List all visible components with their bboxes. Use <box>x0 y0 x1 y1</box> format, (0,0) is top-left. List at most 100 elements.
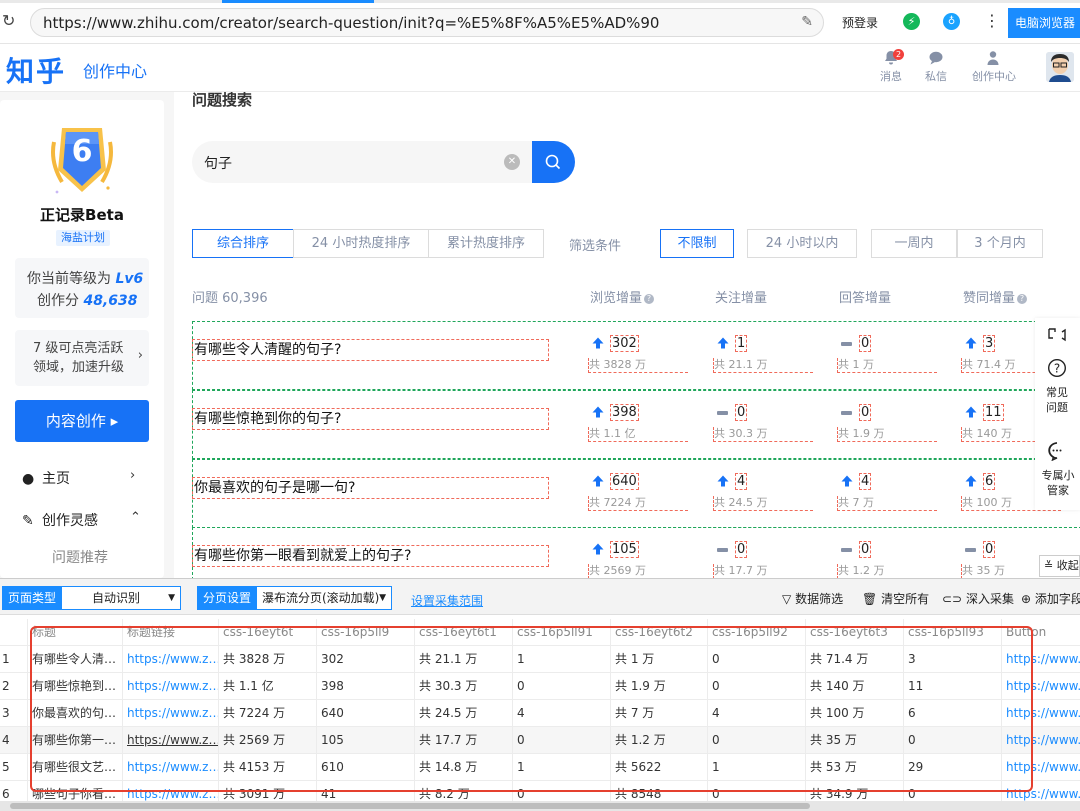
notifications-button[interactable]: 消息 <box>866 50 916 84</box>
reload-icon[interactable]: ↻ <box>2 12 20 30</box>
site-header: 知乎 创作中心 消息 2 私信 创作中心 <box>0 44 1080 92</box>
time-filter-week[interactable]: 一周内 <box>871 229 957 258</box>
col-header-views: 浏览增量? <box>590 287 655 306</box>
stat-delta: 0 <box>859 541 872 558</box>
clear-icon[interactable]: ✕ <box>504 154 520 170</box>
set-range-link[interactable]: 设置采集范围 <box>411 592 483 609</box>
content-create-button[interactable]: 内容创作 ▸ <box>15 400 149 442</box>
col-views-label: 浏览增量 <box>590 291 643 306</box>
help-icon[interactable]: ? <box>1017 294 1028 304</box>
address-bar[interactable]: https://www.zhihu.com/creator/search-que… <box>30 8 824 37</box>
upgrade-tip-box[interactable]: 7 级可点亮活跃领域，加速升级 › <box>15 330 149 386</box>
flat-trend-icon <box>717 548 728 552</box>
question-title[interactable]: 有哪些令人清醒的句子? <box>192 339 549 361</box>
user-icon: ● <box>22 471 35 487</box>
filter-label: 筛选条件 <box>569 239 622 254</box>
caret-down-icon: ▼ <box>168 593 175 603</box>
funnel-icon: ▽ <box>782 592 792 606</box>
row-number: 5 <box>0 754 28 781</box>
col-header-answers: 回答增量 <box>839 291 892 306</box>
time-filter-24h[interactable]: 24 小时以内 <box>747 229 857 258</box>
help-icon[interactable]: ? <box>644 294 655 304</box>
clear-all-button[interactable]: 🗑 清空所有 <box>862 590 929 607</box>
stat-total: 共 7224 万 <box>588 496 688 511</box>
chevron-double-down-icon: ≚ <box>1044 559 1054 572</box>
nav-item-home[interactable]: ● 主页 › <box>22 468 135 488</box>
search-input[interactable]: 句子 ✕ <box>192 141 532 183</box>
creator-center-link[interactable]: 创作中心 <box>968 50 1020 84</box>
data-filter-button[interactable]: ▽ 数据筛选 <box>782 590 843 607</box>
creator-center-title[interactable]: 创作中心 <box>83 58 147 82</box>
level-line: 你当前等级为 Lv6 <box>27 268 143 288</box>
messages-button[interactable]: 私信 <box>911 50 961 84</box>
nav-item-inspiration[interactable]: ✎ 创作灵感 ⌃ <box>22 510 141 530</box>
paging-value: 瀑布流分页(滚动加载) <box>262 591 380 605</box>
tab-strip <box>0 0 1080 3</box>
search-button[interactable] <box>532 141 575 183</box>
edit-icon[interactable]: ✎ <box>801 14 813 30</box>
question-title[interactable]: 你最喜欢的句子是哪一句? <box>192 477 549 499</box>
faq-button[interactable]: 常见问题 <box>1046 385 1070 415</box>
flat-trend-icon <box>841 411 852 415</box>
horizontal-scrollbar[interactable] <box>0 801 1080 811</box>
stat-total: 共 17.7 万 <box>713 564 813 579</box>
stat-delta: 0 <box>859 335 872 352</box>
score-prefix: 创作分 <box>37 293 79 309</box>
arrow-up-icon <box>841 475 853 487</box>
page-title: 问题搜索 <box>192 91 253 109</box>
lightning-extension-icon[interactable]: ⚡ <box>903 13 920 30</box>
time-filter-3months[interactable]: 3 个月内 <box>957 229 1043 258</box>
row-number: 3 <box>0 700 28 727</box>
time-filter-unlimited[interactable]: 不限制 <box>660 229 734 258</box>
row-number: 2 <box>0 673 28 700</box>
question-circle-icon[interactable]: ? <box>1047 358 1067 378</box>
deep-collect-button[interactable]: ⊂⊃ 深入采集 <box>942 590 1014 607</box>
url-text[interactable]: https://www.zhihu.com/creator/search-que… <box>43 14 659 32</box>
stat-delta: 0 <box>735 404 748 421</box>
nav-home-label: 主页 <box>42 471 70 487</box>
plus-circle-icon: ⊕ <box>1021 592 1032 606</box>
flat-trend-icon <box>841 342 852 346</box>
scrollbar-thumb[interactable] <box>10 803 810 809</box>
stat-total: 共 7 万 <box>837 496 937 511</box>
pc-browser-button[interactable]: 电脑浏览器 <box>1008 8 1080 38</box>
add-field-button[interactable]: ⊕ 添加字段 <box>1021 590 1080 607</box>
stat-delta: 4 <box>859 473 872 490</box>
paging-select[interactable]: 瀑布流分页(滚动加载) ▼ <box>256 586 392 610</box>
chevron-right-icon: › <box>137 348 143 363</box>
user-avatar[interactable] <box>1046 52 1074 82</box>
question-title[interactable]: 有哪些惊艳到你的句子? <box>192 408 549 430</box>
stat-total: 共 24.5 万 <box>713 496 813 511</box>
arrow-up-icon <box>592 543 604 555</box>
screenshot-icon[interactable] <box>1046 326 1068 344</box>
tab-sort-24h[interactable]: 24 小时热度排序 <box>293 229 429 258</box>
stat-delta: 6 <box>983 473 996 490</box>
page-type-select[interactable]: 自动识别 ▼ <box>61 586 181 610</box>
active-tab-indicator[interactable] <box>222 0 374 3</box>
stat-total: 共 1.9 万 <box>837 427 937 442</box>
plan-badge: 海盐计划 <box>56 230 110 246</box>
search-input-value[interactable]: 句子 <box>204 153 232 173</box>
tab-sort-cumulative[interactable]: 累计热度排序 <box>428 229 544 258</box>
more-menu-icon[interactable]: ⋮ <box>984 11 1000 30</box>
nav-item-question-recommend[interactable]: 问题推荐 <box>52 547 108 567</box>
notification-count-badge: 2 <box>893 49 904 60</box>
chevron-up-icon: ⌃ <box>130 510 141 525</box>
pen-icon: ✎ <box>22 513 34 529</box>
tab-sort-overall[interactable]: 综合排序 <box>192 229 294 258</box>
assistant-button[interactable]: 专属小管家 <box>1040 468 1076 498</box>
prelogin-button[interactable]: 预登录 <box>842 14 878 31</box>
flat-trend-icon <box>965 548 976 552</box>
stat-total: 共 1 万 <box>837 358 937 373</box>
drop-extension-icon[interactable]: ♁ <box>943 13 960 30</box>
zhihu-logo[interactable]: 知乎 <box>6 50 66 90</box>
question-title[interactable]: 有哪些你第一眼看到就爱上的句子? <box>192 545 549 567</box>
paging-label: 分页设置 <box>197 586 258 610</box>
stat-total: 共 1.1 亿 <box>588 427 688 442</box>
svg-text:?: ? <box>1054 362 1060 376</box>
collapse-label: 收起 <box>1056 559 1079 572</box>
chat-bubble-icon[interactable] <box>1047 441 1067 461</box>
collapse-button[interactable]: ≚ 收起 <box>1039 555 1080 577</box>
question-count: 问题 60,396 <box>192 291 268 306</box>
col-header-follows: 关注增量 <box>715 291 768 306</box>
